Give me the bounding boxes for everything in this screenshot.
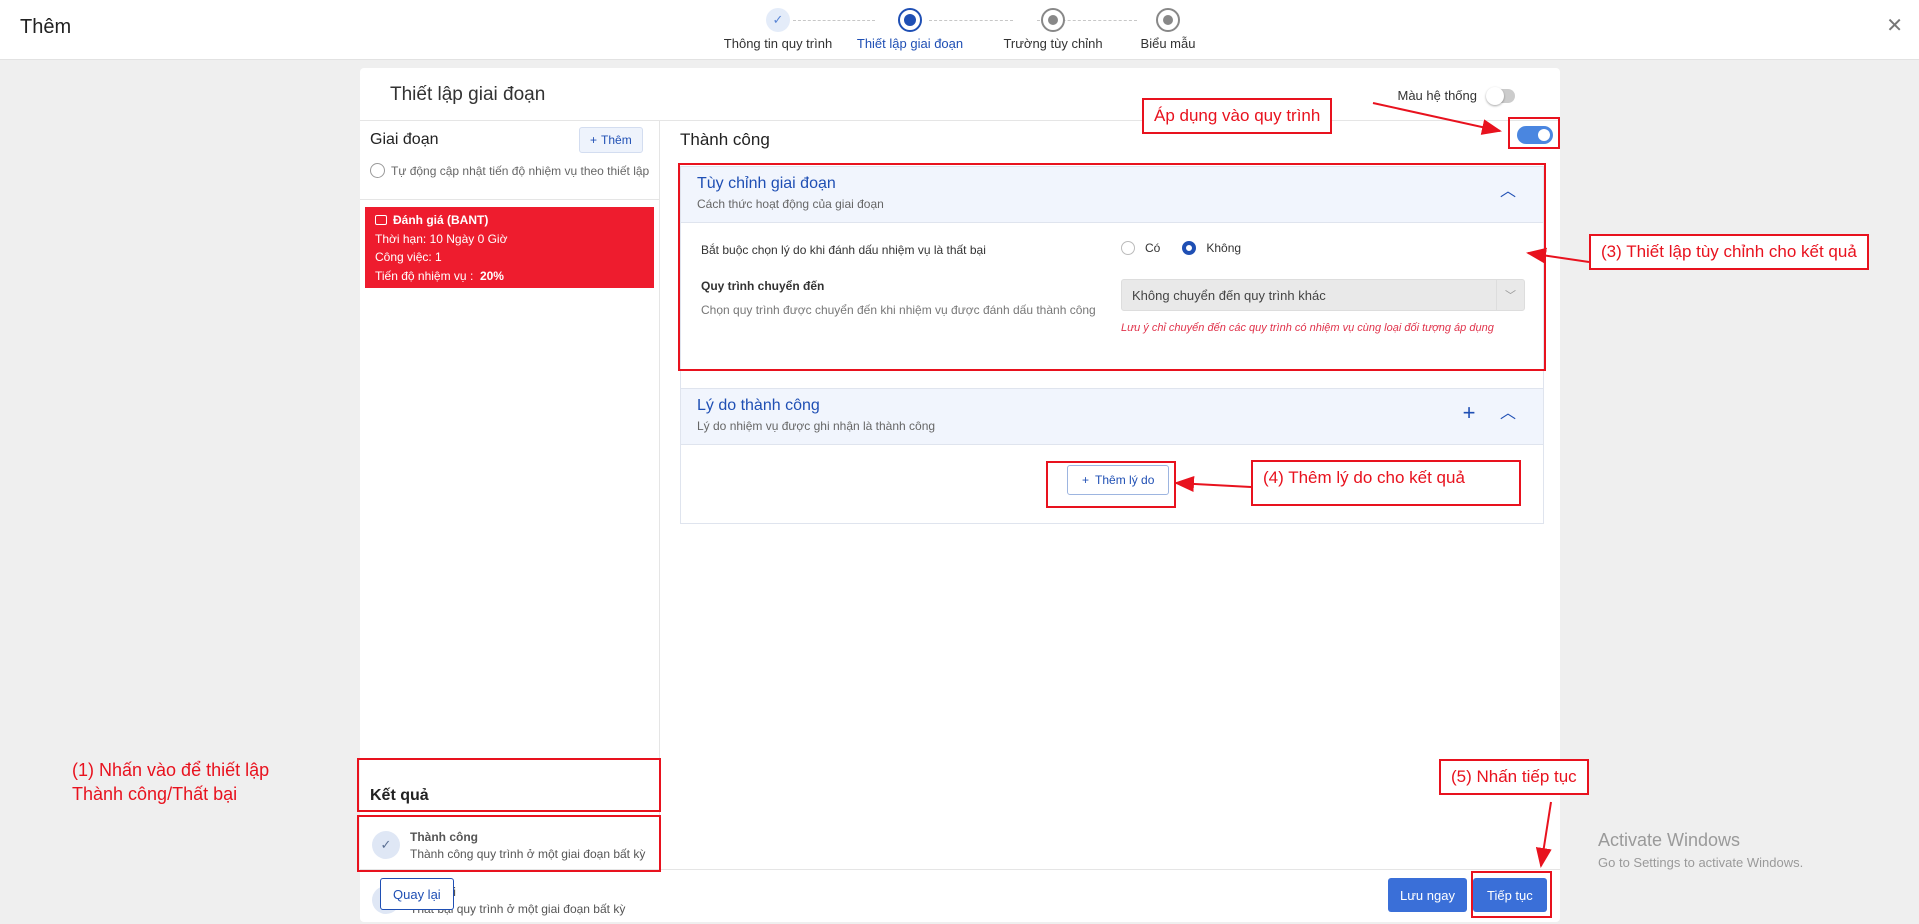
- back-button[interactable]: Quay lại: [380, 878, 454, 910]
- success-reasons-header[interactable]: Lý do thành công Lý do nhiệm vụ được ghi…: [681, 389, 1543, 445]
- auto-update-option[interactable]: Tự động cập nhật tiến độ nhiệm vụ theo t…: [370, 163, 650, 180]
- annotation-highlight-failure: [357, 815, 661, 872]
- plus-icon[interactable]: +: [1457, 401, 1481, 425]
- result-panel-title: Thành công: [680, 130, 770, 149]
- stepper: ✓ Thông tin quy trình Thiết lập giai đoạ…: [700, 8, 1260, 58]
- stage-item[interactable]: Đánh giá (BANT) Thời hạn: 10 Ngày 0 Giờ …: [365, 207, 654, 288]
- auto-update-label: Tự động cập nhật tiến độ nhiệm vụ theo t…: [391, 164, 650, 178]
- save-now-button[interactable]: Lưu ngay: [1388, 878, 1467, 912]
- plus-icon: +: [590, 133, 598, 147]
- pending-step-icon: [1041, 8, 1065, 32]
- annotation-step1-line1: (1) Nhấn vào để thiết lập: [72, 760, 270, 780]
- stages-panel: Giai đoạn + Thêm Tự động cập nhật tiến đ…: [360, 121, 660, 916]
- id-card-icon: [375, 215, 387, 225]
- annotation-step1-line2: Thành công/Thất bại: [72, 784, 238, 804]
- system-color-switch[interactable]: [1486, 86, 1515, 105]
- step-label: Thiết lập giai đoạn: [856, 36, 964, 51]
- window-title: Thêm: [20, 16, 72, 38]
- add-stage-label: Thêm: [601, 133, 632, 147]
- step-thiet-lap[interactable]: Thiết lập giai đoạn: [830, 8, 990, 51]
- annotation-highlight-switch: [1508, 117, 1560, 149]
- annotation-highlight-customize: [678, 163, 1546, 371]
- active-step-icon: [898, 8, 922, 32]
- divider: [360, 199, 660, 200]
- watermark-line1: Activate Windows: [1598, 830, 1741, 850]
- annotation-step4: (4) Thêm lý do cho kết quả: [1251, 460, 1521, 506]
- check-icon: ✓: [766, 8, 790, 32]
- card-title: Thiết lập giai đoạn: [390, 84, 546, 105]
- stages-title: Giai đoạn: [370, 131, 439, 148]
- annotation-highlight-success: [357, 758, 661, 812]
- system-color-label: Màu hệ thống: [1397, 88, 1477, 103]
- annotation-highlight-add-reason: [1046, 461, 1176, 508]
- stage-deadline: Thời hạn: 10 Ngày 0 Giờ: [375, 231, 508, 246]
- windows-watermark: Activate Windows Go to Settings to activ…: [1598, 830, 1803, 870]
- stage-tasks: Công việc: 1: [375, 250, 442, 264]
- annotation-highlight-continue: [1471, 871, 1552, 918]
- annotation-step1: (1) Nhấn vào để thiết lập Thành công/Thấ…: [72, 758, 269, 806]
- watermark-line2: Go to Settings to activate Windows.: [1598, 855, 1804, 870]
- radio-icon: [370, 163, 385, 178]
- close-icon[interactable]: ✕: [1886, 16, 1903, 36]
- stage-progress-label: Tiến độ nhiệm vụ :: [375, 268, 474, 283]
- step-bieu-mau[interactable]: Biểu mẫu: [1088, 8, 1248, 51]
- step-label: Biểu mẫu: [1140, 36, 1196, 51]
- annotation-step3: (3) Thiết lập tùy chỉnh cho kết quả: [1589, 234, 1869, 270]
- chevron-up-icon[interactable]: ︿: [1497, 403, 1519, 425]
- pending-step-icon: [1156, 8, 1180, 32]
- top-bar: Thêm ✓ Thông tin quy trình Thiết lập gia…: [0, 0, 1919, 60]
- stage-progress-value: 20%: [479, 268, 504, 283]
- add-stage-button[interactable]: + Thêm: [579, 127, 643, 153]
- section-subtitle: Lý do nhiệm vụ được ghi nhận là thành cô…: [697, 419, 936, 433]
- section-title: Lý do thành công: [697, 397, 820, 414]
- system-color-toggle-row: Màu hệ thống: [1397, 86, 1515, 105]
- stage-name: Đánh giá (BANT): [393, 213, 489, 227]
- annotation-step5: (5) Nhấn tiếp tục: [1439, 759, 1589, 795]
- annotation-apply: Áp dụng vào quy trình: [1142, 98, 1333, 134]
